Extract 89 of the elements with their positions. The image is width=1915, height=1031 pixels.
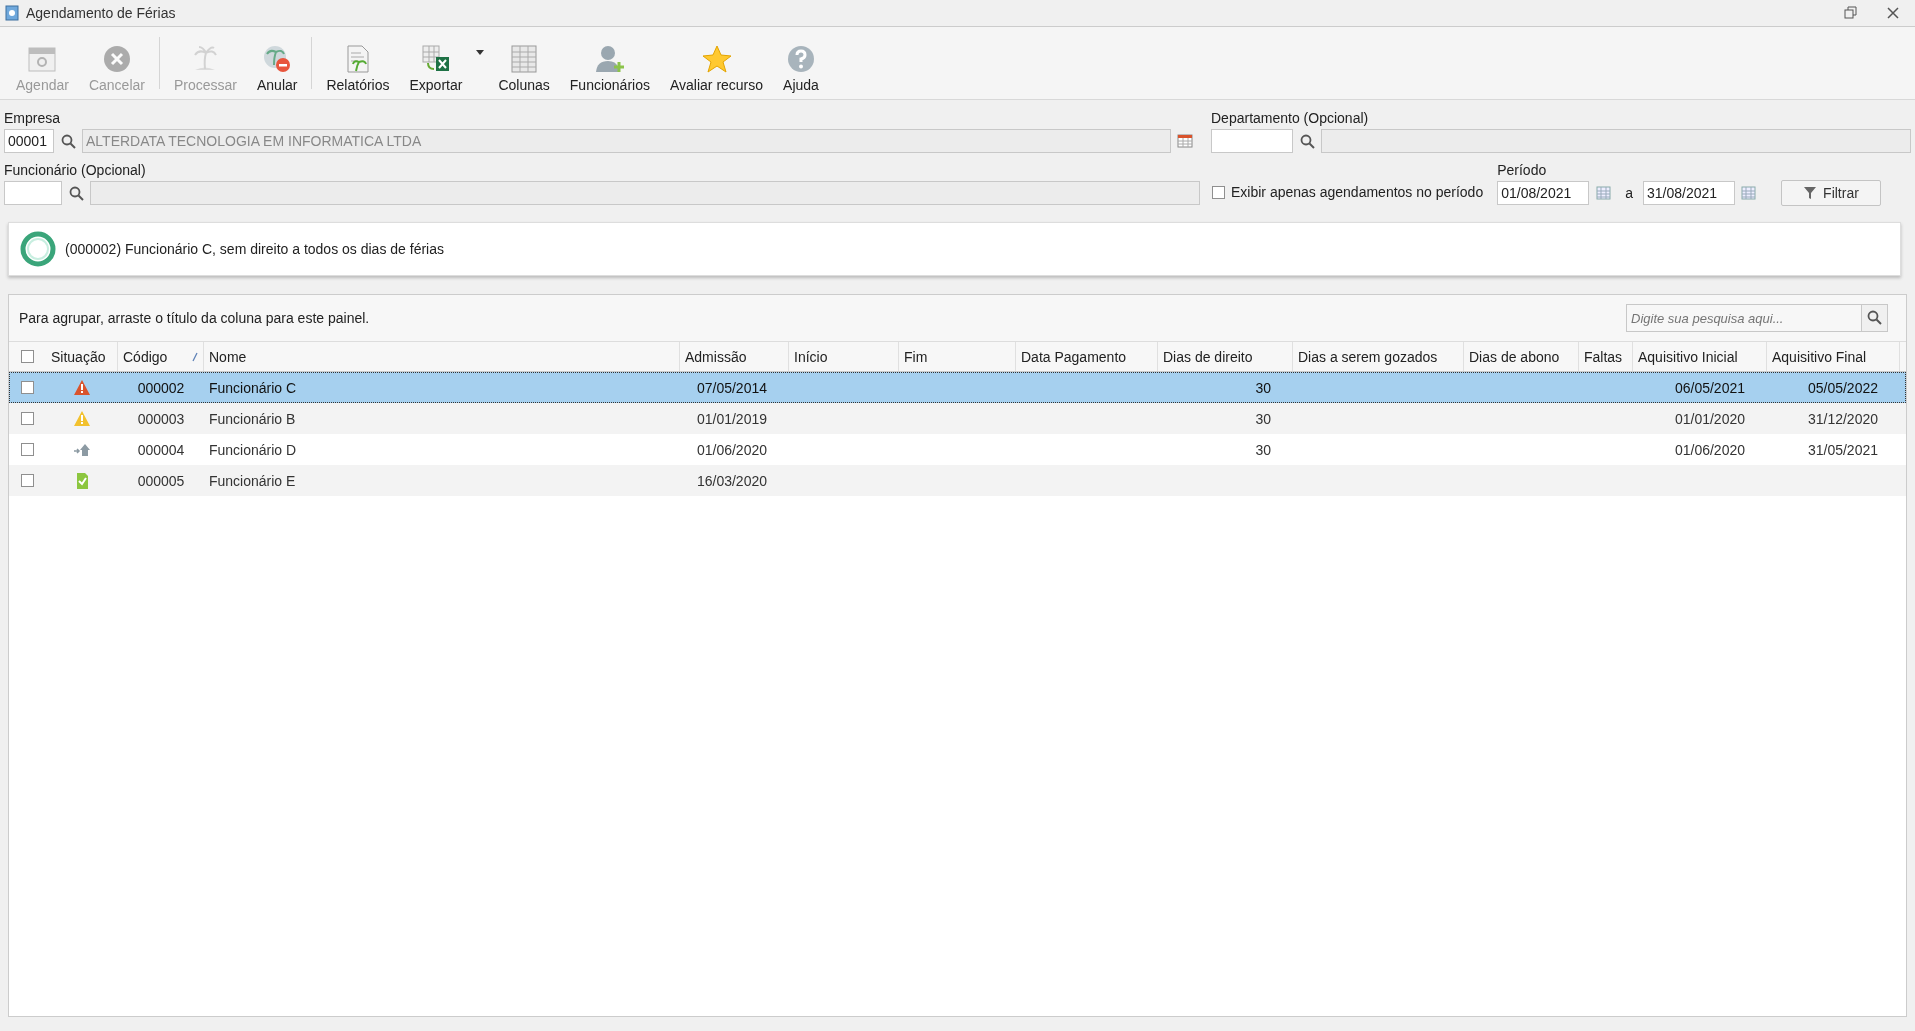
table-cell: 16/03/2020 <box>696 472 767 489</box>
table-cell: 000004 <box>137 441 185 458</box>
star-icon <box>700 43 733 75</box>
column-header[interactable]: Aquisitivo Inicial <box>1633 342 1767 371</box>
toolbar-button[interactable]: Avaliar recurso <box>659 31 774 95</box>
field-label: Funcionário (Opcional) <box>4 162 147 178</box>
date-field[interactable]: 31/08/2021 <box>1643 181 1735 205</box>
table-cell: 31/05/2021 <box>1807 441 1878 458</box>
table-row[interactable]: 000004 Funcionário D 01/06/2020 30 01/06/2020 31/05/2021 <box>9 434 1906 465</box>
calendar-icon <box>1595 186 1611 200</box>
row-checkbox[interactable] <box>21 443 34 456</box>
table-cell: 07/05/2014 <box>696 379 767 396</box>
column-header[interactable]: Código <box>118 342 204 371</box>
table-cell: 30 <box>1255 410 1271 427</box>
filter-button[interactable]: Filtrar <box>1781 180 1881 206</box>
toolbar-button[interactable]: Anular <box>247 31 308 95</box>
column-header[interactable]: Admissão <box>680 342 789 371</box>
window-title: Agendamento de Férias <box>26 5 176 21</box>
table-cell: 30 <box>1255 441 1271 458</box>
restore-icon <box>1844 6 1858 20</box>
row-checkbox[interactable] <box>21 412 34 425</box>
column-header[interactable]: Dias de abono <box>1464 342 1579 371</box>
app-icon <box>4 5 20 21</box>
range-separator: a <box>1625 185 1633 201</box>
column-header[interactable]: Data Pagamento <box>1016 342 1158 371</box>
table-cell: Funcionário B <box>209 410 296 427</box>
search-icon <box>1299 133 1315 149</box>
department-name-field[interactable] <box>1321 129 1911 153</box>
table-row[interactable]: 000003 Funcionário B 01/01/2019 30 01/01/2020 31/12/2020 <box>9 403 1906 434</box>
search-field[interactable]: Digite sua pesquisa aqui... <box>1626 304 1862 332</box>
table-cell: 01/01/2020 <box>1674 410 1745 427</box>
table-cell: 01/06/2020 <box>696 441 767 458</box>
search-icon <box>60 133 76 149</box>
column-header[interactable]: Início <box>789 342 899 371</box>
column-header[interactable]: Dias a serem gozados <box>1293 342 1464 371</box>
code-field[interactable]: 00001 <box>4 129 54 153</box>
column-header[interactable]: Situação <box>46 342 118 371</box>
select-all-checkbox[interactable] <box>21 350 34 363</box>
table-cell: 30 <box>1255 379 1271 396</box>
toolbar-button[interactable]: Funcionários <box>559 31 660 95</box>
table-icon <box>1177 134 1193 148</box>
table-cell: 000002 <box>137 379 185 396</box>
column-header[interactable]: Fim <box>899 342 1016 371</box>
table-cell: 31/12/2020 <box>1807 410 1878 427</box>
sort-icon <box>192 351 198 362</box>
row-checkbox[interactable] <box>21 381 34 394</box>
field-label: Empresa <box>4 110 62 126</box>
row-checkbox[interactable] <box>21 474 34 487</box>
code-field[interactable] <box>4 181 62 205</box>
checkbox[interactable] <box>1212 185 1225 199</box>
group-hint: Para agrupar, arraste o título da coluna para este painel. <box>19 310 371 326</box>
caret-icon <box>476 49 485 55</box>
calendar-icon <box>1741 186 1757 200</box>
column-header[interactable]: Nome <box>204 342 680 371</box>
toolbar-button[interactable]: Colunas <box>488 31 560 95</box>
message-text: (000002) Funcionário C, sem direito a todos os dias de férias <box>65 241 444 257</box>
search-button[interactable] <box>1862 304 1888 332</box>
help-icon <box>785 43 817 75</box>
toolbar-button[interactable]: Relatórios <box>316 31 400 95</box>
table-cell: Funcionário E <box>209 472 296 489</box>
employee-name-field[interactable] <box>90 181 1200 205</box>
add-user-icon <box>593 43 626 75</box>
table-cell: 06/05/2021 <box>1674 379 1745 396</box>
table-cell: 000003 <box>137 410 185 427</box>
table-cell: 000005 <box>137 472 185 489</box>
search-icon <box>1866 310 1883 326</box>
column-header[interactable]: Faltas <box>1579 342 1633 371</box>
table-cell: 05/05/2022 <box>1807 379 1878 396</box>
date-field[interactable]: 01/08/2021 <box>1497 181 1590 205</box>
checkbox-label: Exibir apenas agendamentos no período <box>1231 184 1484 200</box>
warning-triangle-icon <box>73 410 91 427</box>
funnel-icon <box>1803 186 1818 200</box>
column-header[interactable]: Dias de direito <box>1158 342 1293 371</box>
table-cell: Funcionário C <box>209 379 297 396</box>
toolbar-button[interactable]: Ajuda <box>773 31 829 95</box>
search-icon <box>68 185 84 201</box>
field-label: Período <box>1497 162 1548 178</box>
code-field[interactable] <box>1211 129 1293 153</box>
table-row[interactable]: 000005 Funcionário E 16/03/2020 <box>9 465 1906 496</box>
table-cell: 01/01/2019 <box>696 410 767 427</box>
error-triangle-icon <box>73 379 91 396</box>
selected-row[interactable]: 000002 Funcionário C 07/05/2014 30 06/05/2021 05/05/2022 <box>9 372 1906 403</box>
ring-icon <box>19 230 57 268</box>
close-icon <box>1886 6 1900 20</box>
table-cell: 01/06/2020 <box>1674 441 1745 458</box>
column-header[interactable]: Aquisitivo Final <box>1767 342 1900 371</box>
field-label: Departamento (Opcional) <box>1211 110 1370 126</box>
table-cell: Funcionário D <box>209 441 297 458</box>
toolbar-button[interactable]: Exportar <box>399 31 473 95</box>
